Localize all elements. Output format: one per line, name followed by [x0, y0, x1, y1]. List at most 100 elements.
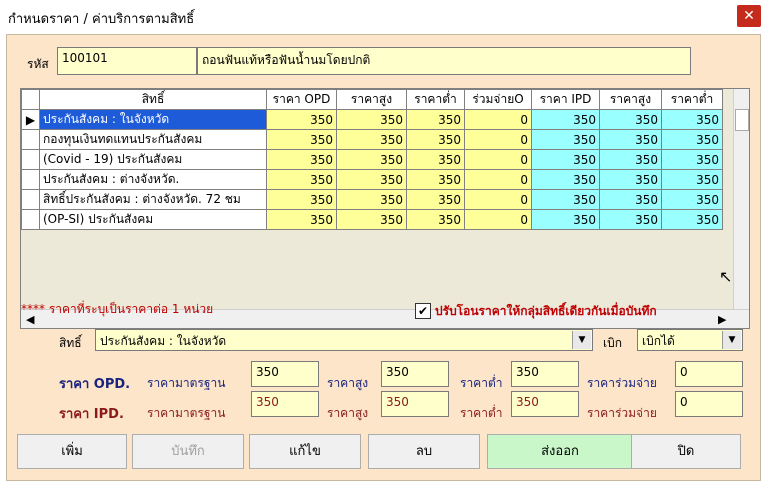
price-cell[interactable]: 350: [661, 189, 723, 210]
table-row[interactable]: ▶ ประกันสังคม : ในจังหวัด 350 350 350 0 350 350…: [21, 109, 723, 130]
price-cell[interactable]: 350: [406, 149, 465, 170]
opd-copay-label: ราคาร่วมจ่าย: [587, 376, 657, 390]
service-name-field[interactable]: ถอนฟันแท้หรือฟันน้ำนมโดยปกติ: [197, 47, 691, 75]
scroll-right-icon[interactable]: ▶: [718, 313, 726, 326]
table-row[interactable]: ประกันสังคม : ต่างจังหวัด. 350 350 350 0 350 3…: [21, 169, 723, 190]
dialog-body: รหัส 100101 ถอนฟันแท้หรือฟันน้ำนมโดยปกติ…: [6, 34, 761, 481]
price-cell[interactable]: 350: [661, 109, 723, 130]
col-header-ipd-low[interactable]: ราคาต่ำ: [661, 89, 723, 110]
rights-select[interactable]: ประกันสังคม : ในจังหวัด ▼: [95, 329, 593, 351]
grid-vertical-scrollbar[interactable]: [733, 89, 749, 309]
price-cell[interactable]: 350: [599, 149, 662, 170]
right-name-cell[interactable]: ประกันสังคม : ต่างจังหวัด.: [39, 169, 267, 190]
window-title: กำหนดราคา / ค่าบริการตามสิทธิ์: [8, 12, 195, 27]
opd-std-label: ราคามาตรฐาน: [147, 376, 226, 390]
opd-low-input[interactable]: 350: [511, 361, 579, 387]
close-icon[interactable]: ✕: [737, 5, 761, 27]
save-button[interactable]: บันทึก: [132, 434, 244, 469]
price-cell[interactable]: 0: [464, 209, 532, 230]
row-selector[interactable]: [21, 209, 40, 230]
price-cell[interactable]: 350: [336, 109, 407, 130]
price-cell[interactable]: 350: [266, 169, 337, 190]
price-cell[interactable]: 350: [266, 149, 337, 170]
vertical-scroll-thumb[interactable]: [735, 109, 749, 131]
price-cell[interactable]: 0: [464, 189, 532, 210]
right-name-cell[interactable]: กองทุนเงินทดแทนประกันสังคม: [39, 129, 267, 150]
chevron-down-icon[interactable]: ▼: [722, 331, 741, 349]
price-cell[interactable]: 0: [464, 169, 532, 190]
right-name-cell[interactable]: (Covid - 19) ประกันสังคม: [39, 149, 267, 170]
price-cell[interactable]: 350: [336, 169, 407, 190]
price-cell[interactable]: 350: [661, 149, 723, 170]
code-label: รหัส: [27, 57, 49, 71]
price-cell[interactable]: 350: [599, 169, 662, 190]
col-header-right[interactable]: สิทธิ์: [39, 89, 267, 110]
price-cell[interactable]: 0: [464, 129, 532, 150]
ipd-copay-input[interactable]: 0: [675, 391, 743, 417]
price-cell[interactable]: 350: [406, 109, 465, 130]
delete-button[interactable]: ลบ: [368, 434, 480, 469]
opd-high-input[interactable]: 350: [381, 361, 449, 387]
col-header-ipd[interactable]: ราคา IPD: [531, 89, 600, 110]
price-cell[interactable]: 350: [531, 109, 600, 130]
export-button[interactable]: ส่งออก: [487, 434, 633, 469]
price-cell[interactable]: 350: [531, 169, 600, 190]
price-cell[interactable]: 350: [406, 189, 465, 210]
table-row[interactable]: (OP-SI) ประกันสังคม 350 350 350 0 350 350 350: [21, 209, 723, 230]
price-cell[interactable]: 350: [599, 189, 662, 210]
price-cell[interactable]: 350: [531, 129, 600, 150]
price-cell[interactable]: 350: [266, 189, 337, 210]
price-cell[interactable]: 350: [336, 189, 407, 210]
ipd-price-label: ราคา IPD.: [59, 407, 124, 422]
col-header-copay[interactable]: ร่วมจ่ายO: [464, 89, 532, 110]
price-cell[interactable]: 350: [266, 129, 337, 150]
right-name-cell[interactable]: (OP-SI) ประกันสังคม: [39, 209, 267, 230]
price-cell[interactable]: 350: [336, 209, 407, 230]
price-cell[interactable]: 350: [661, 129, 723, 150]
row-selector[interactable]: [21, 149, 40, 170]
code-field[interactable]: 100101: [57, 47, 197, 75]
price-cell[interactable]: 350: [599, 109, 662, 130]
edit-button[interactable]: แก้ไข: [249, 434, 361, 469]
price-cell[interactable]: 350: [661, 169, 723, 190]
add-button[interactable]: เพิ่ม: [17, 434, 127, 469]
ipd-low-input[interactable]: 350: [511, 391, 579, 417]
table-row[interactable]: กองทุนเงินทดแทนประกันสังคม 350 350 350 0 350 3…: [21, 129, 723, 150]
chevron-down-icon[interactable]: ▼: [572, 331, 591, 349]
price-cell[interactable]: 0: [464, 149, 532, 170]
opd-copay-input[interactable]: 0: [675, 361, 743, 387]
right-name-cell[interactable]: ประกันสังคม : ในจังหวัด: [39, 109, 267, 130]
close-button[interactable]: ปิด: [631, 434, 741, 469]
transfer-price-checkbox[interactable]: ✔: [415, 303, 431, 319]
price-cell[interactable]: 350: [266, 109, 337, 130]
price-cell[interactable]: 0: [464, 109, 532, 130]
price-cell[interactable]: 350: [336, 149, 407, 170]
transfer-price-label: ปรับโอนราคาให้กลุ่มสิทธิ์เดียวกันเมื่อบั…: [435, 304, 657, 318]
ipd-std-input[interactable]: 350: [251, 391, 319, 417]
price-cell[interactable]: 350: [531, 209, 600, 230]
price-cell[interactable]: 350: [406, 169, 465, 190]
price-cell[interactable]: 350: [531, 189, 600, 210]
row-selector[interactable]: [21, 129, 40, 150]
col-header-opd-low[interactable]: ราคาต่ำ: [406, 89, 465, 110]
price-cell[interactable]: 350: [266, 209, 337, 230]
row-selector[interactable]: [21, 189, 40, 210]
claim-select[interactable]: เบิกได้ ▼: [637, 329, 743, 351]
opd-std-input[interactable]: 350: [251, 361, 319, 387]
ipd-high-input[interactable]: 350: [381, 391, 449, 417]
price-cell[interactable]: 350: [406, 209, 465, 230]
price-cell[interactable]: 350: [531, 149, 600, 170]
row-selector[interactable]: ▶: [21, 109, 40, 130]
price-cell[interactable]: 350: [661, 209, 723, 230]
price-cell[interactable]: 350: [336, 129, 407, 150]
right-name-cell[interactable]: สิทธิ์ประกันสังคม : ต่างจังหวัด. 72 ชม: [39, 189, 267, 210]
row-selector[interactable]: [21, 169, 40, 190]
price-cell[interactable]: 350: [406, 129, 465, 150]
price-cell[interactable]: 350: [599, 129, 662, 150]
price-cell[interactable]: 350: [599, 209, 662, 230]
table-row[interactable]: สิทธิ์ประกันสังคม : ต่างจังหวัด. 72 ชม 35…: [21, 189, 723, 210]
col-header-opd[interactable]: ราคา OPD: [266, 89, 337, 110]
col-header-opd-high[interactable]: ราคาสูง: [336, 89, 407, 110]
table-row[interactable]: (Covid - 19) ประกันสังคม 350 350 350 0 350 350…: [21, 149, 723, 170]
col-header-ipd-high[interactable]: ราคาสูง: [599, 89, 662, 110]
